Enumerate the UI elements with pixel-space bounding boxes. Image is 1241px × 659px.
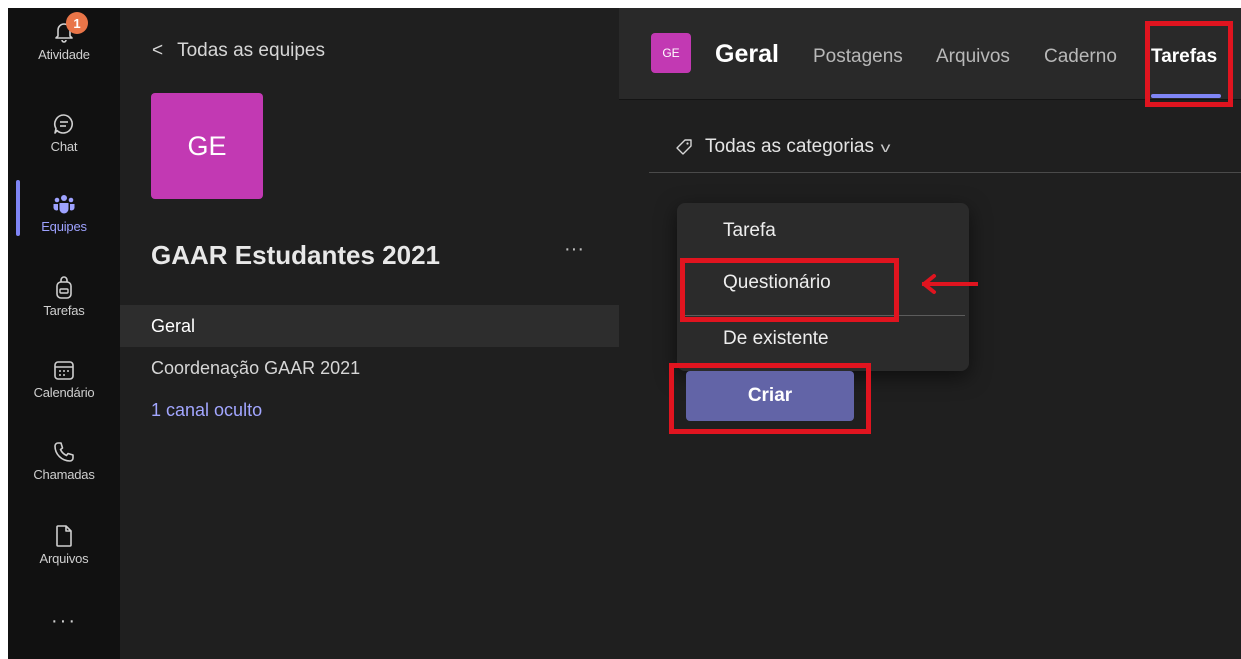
filter-divider [649,172,1241,173]
back-link-label: Todas as equipes [177,40,325,61]
tab-tarefas[interactable]: Tarefas [1151,46,1217,68]
category-filter-label: Todas as categorias [705,136,874,157]
tab-postagens[interactable]: Postagens [813,46,903,68]
channel-pane: < Todas as equipes GE GAAR Estudantes 202… [120,8,619,659]
hidden-channels-link[interactable]: 1 canal oculto [120,389,619,431]
rail-label-teams: Equipes [41,219,87,234]
backpack-icon [52,276,76,300]
rail-label-activity: Atividade [38,47,90,62]
rail-item-chat[interactable]: Chat [8,112,120,192]
phone-icon [52,440,76,464]
channel-label: Geral [151,315,196,336]
channel-item-coordenacao[interactable]: Coordenação GAAR 2021 [120,347,619,389]
tab-caderno[interactable]: Caderno [1044,46,1117,68]
rail-item-activity[interactable]: 1 Atividade [8,12,120,100]
rail-item-files[interactable]: Arquivos [8,524,120,604]
team-name: GAAR Estudantes 2021 [151,240,440,270]
rail-label-assignments: Tarefas [43,303,85,318]
channel-header: GE Geral Postagens Arquivos Caderno Tare… [619,8,1241,100]
menu-item-label: De existente [723,328,829,349]
team-more-options-button[interactable]: ··· [564,238,584,261]
arrow-left-icon [922,274,978,294]
chat-icon [52,112,76,136]
rail-label-calendar: Calendário [33,385,95,400]
rail-item-teams[interactable]: Equipes [8,192,120,272]
rail-item-calls[interactable]: Chamadas [8,440,120,520]
menu-item-tarefa[interactable]: Tarefa [677,209,969,253]
channel-item-geral[interactable]: Geral [120,305,619,347]
file-icon [52,524,76,548]
teams-icon [52,192,76,216]
tag-icon [675,138,693,156]
rail-label-chat: Chat [50,139,78,154]
hidden-channels-label: 1 canal oculto [151,399,263,420]
tab-arquivos[interactable]: Arquivos [936,46,1010,68]
channel-team-avatar: GE [651,33,691,73]
calendar-icon [52,358,76,382]
menu-divider [683,315,965,316]
create-button[interactable]: Criar [686,371,854,421]
bell-icon: 1 [52,12,88,44]
rail-item-assignments[interactable]: Tarefas [8,276,120,356]
rail-label-calls: Chamadas [33,467,95,482]
channel-title: Geral [715,40,779,68]
rail-item-calendar[interactable]: Calendário [8,358,120,438]
back-to-all-teams-link[interactable]: < Todas as equipes [152,40,325,62]
teams-window: 1 Atividade Chat Equipes Tarefas Calendá… [8,8,1241,659]
active-tab-indicator [1151,94,1221,98]
chevron-down-icon: v [880,139,891,155]
menu-item-de-existente[interactable]: De existente [677,317,969,361]
channel-label: Coordenação GAAR 2021 [151,357,361,378]
team-avatar[interactable]: GE [151,93,263,199]
menu-item-label: Tarefa [723,220,776,241]
main-content: GE Geral Postagens Arquivos Caderno Tare… [619,8,1241,659]
category-filter-dropdown[interactable]: Todas as categorias v [675,136,891,158]
more-apps-button[interactable]: ··· [8,610,120,633]
rail-label-files: Arquivos [39,551,89,566]
menu-item-label: Questionário [723,272,831,293]
activity-badge: 1 [66,12,88,34]
app-rail: 1 Atividade Chat Equipes Tarefas Calendá… [8,8,120,659]
chevron-left-icon: < [152,40,164,61]
